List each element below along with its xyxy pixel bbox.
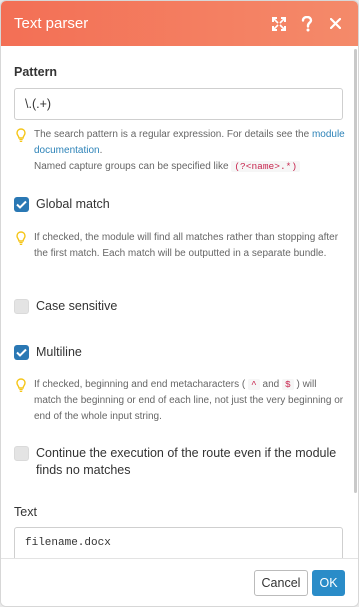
global-match-hint: If checked, the module will find all mat…	[16, 230, 346, 262]
pattern-hint-line2: Named capture groups can be specified li…	[34, 161, 229, 172]
pattern-hint-line1: The search pattern is a regular expressi…	[34, 129, 310, 140]
continue-route-label: Continue the execution of the route even…	[36, 446, 337, 477]
multiline-checkbox[interactable]	[14, 345, 29, 360]
text-input-value: filename.docx	[25, 537, 111, 549]
multiline-hint-code2: $	[281, 379, 294, 390]
lightbulb-icon	[16, 128, 30, 175]
header-actions	[270, 15, 358, 33]
expand-icon[interactable]	[270, 15, 288, 33]
lightbulb-icon	[16, 231, 30, 262]
close-icon[interactable]	[326, 15, 344, 33]
global-match-hint-text: If checked, the module will find all mat…	[34, 232, 339, 259]
help-icon[interactable]	[298, 15, 316, 33]
multiline-label: Multiline	[36, 345, 82, 359]
global-match-row: Global match	[14, 196, 344, 213]
text-input[interactable]: filename.docx	[14, 527, 343, 560]
case-sensitive-checkbox[interactable]	[14, 299, 29, 314]
multiline-hint-and: and	[262, 379, 280, 390]
pattern-hint-code: (?<name>.*)	[231, 161, 301, 172]
text-parser-dialog: Text parser Pattern \.(.+) The search pa…	[0, 0, 359, 607]
multiline-hint-code1: ^	[248, 379, 260, 390]
lightbulb-icon	[16, 378, 30, 425]
pattern-label: Pattern	[14, 65, 58, 79]
global-match-label: Global match	[36, 197, 110, 211]
global-match-checkbox[interactable]	[14, 197, 29, 212]
case-sensitive-label: Case sensitive	[36, 299, 118, 313]
scrollbar[interactable]	[354, 49, 357, 493]
dialog-footer: Cancel OK	[1, 558, 358, 606]
cancel-button[interactable]: Cancel	[254, 570, 308, 596]
dialog-body: Pattern \.(.+) The search pattern is a r…	[1, 46, 358, 560]
dialog-title: Text parser	[14, 15, 89, 32]
checkmark-icon	[16, 348, 27, 357]
pattern-input[interactable]: \.(.+)	[14, 88, 343, 120]
continue-route-checkbox[interactable]	[14, 446, 29, 461]
multiline-hint-part1: If checked, beginning and end metacharac…	[34, 379, 246, 390]
pattern-hint-period: .	[99, 145, 103, 156]
pattern-hint: The search pattern is a regular expressi…	[16, 127, 346, 175]
pattern-input-value: \.(.+)	[25, 97, 52, 111]
text-label: Text	[14, 505, 37, 519]
multiline-hint: If checked, beginning and end metacharac…	[16, 377, 346, 425]
continue-route-row: Continue the execution of the route even…	[14, 445, 344, 479]
multiline-row: Multiline	[14, 344, 344, 361]
case-sensitive-row: Case sensitive	[14, 298, 344, 315]
checkmark-icon	[16, 200, 27, 209]
dialog-header: Text parser	[1, 1, 358, 46]
ok-button[interactable]: OK	[312, 570, 345, 596]
